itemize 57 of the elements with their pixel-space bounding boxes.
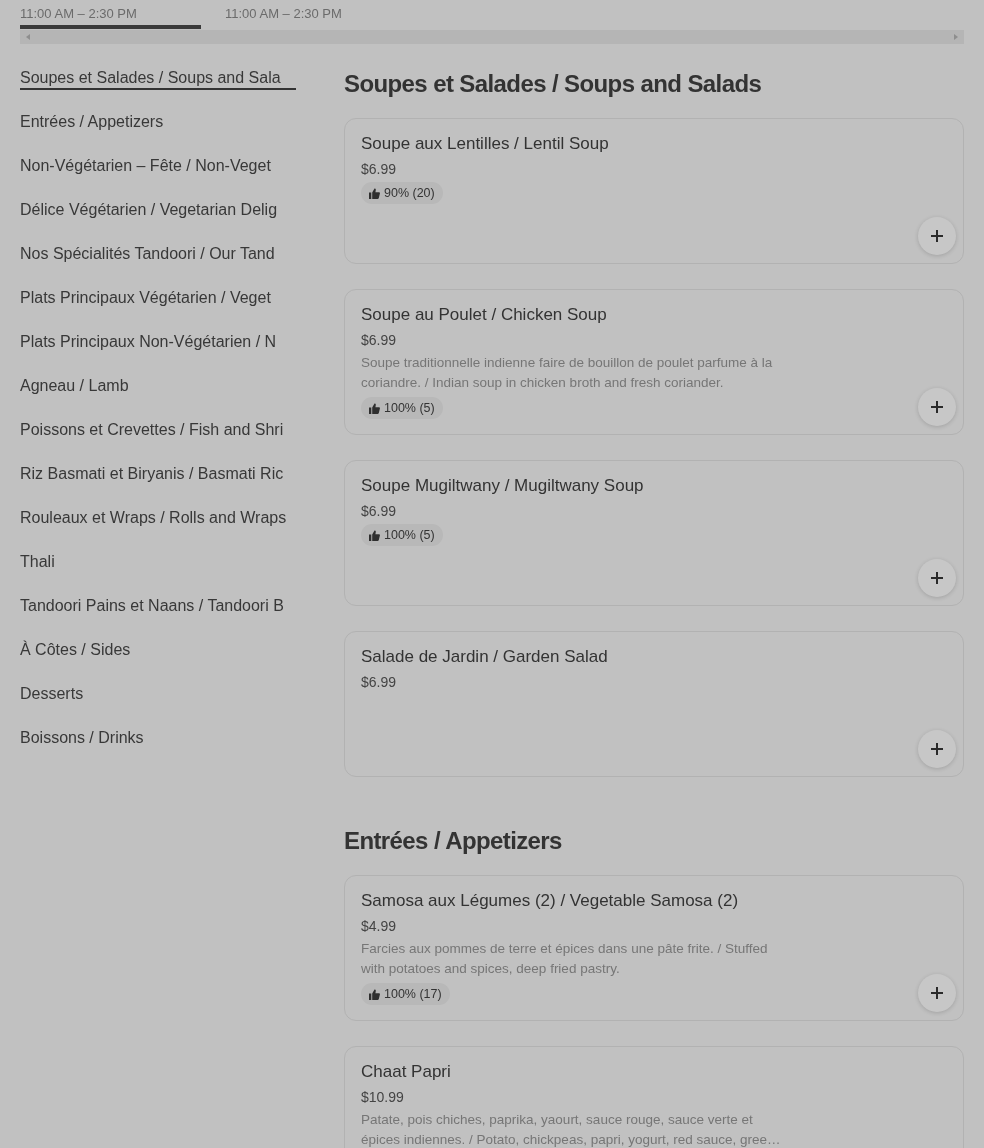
- rating-text: 100% (5): [384, 400, 435, 416]
- category-link[interactable]: Nos Spécialités Tandoori / Our Tand: [20, 244, 296, 266]
- add-button[interactable]: [918, 388, 956, 426]
- add-button[interactable]: [918, 559, 956, 597]
- category-link[interactable]: Non-Végétarien – Fête / Non-Veget: [20, 156, 296, 178]
- item-name: Chaat Papri: [361, 1062, 451, 1082]
- item-name: Soupe aux Lentilles / Lentil Soup: [361, 134, 609, 154]
- thumbs-up-icon: [369, 402, 380, 414]
- item-description: Patate, pois chiches, paprika, yaourt, sauce rouge, sauce verte et épices indiennes. / Potato, chickpeas, papri, yogurt, red sauce, gree…: [361, 1111, 782, 1148]
- item-price: $6.99: [361, 331, 397, 349]
- item-description: Farcies aux pommes de terre et épices dans une pâte frite. / Stuffed with potatoes and spices, deep fried pastry.: [361, 940, 769, 978]
- category-link[interactable]: Entrées / Appetizers: [20, 112, 296, 134]
- menu-item-card[interactable]: Samosa aux Légumes (2) / Vegetable Samosa (2) $4.99 Farcies aux pommes de terre et épices dans une pâte frite. / Stuffed with potatoes and spices, deep fried pastry. 100% (17): [344, 875, 964, 1021]
- category-link[interactable]: Agneau / Lamb: [20, 376, 296, 398]
- plus-icon: [931, 987, 943, 999]
- plus-icon: [931, 572, 943, 584]
- category-link[interactable]: Thali: [20, 552, 296, 574]
- plus-icon: [931, 230, 943, 242]
- rating-text: 90% (20): [384, 185, 435, 201]
- item-price: $4.99: [361, 917, 397, 935]
- section-heading: Entrées / Appetizers: [344, 826, 563, 856]
- plus-icon: [931, 401, 943, 413]
- thumbs-up-icon: [369, 529, 380, 541]
- category-link[interactable]: Tandoori Pains et Naans / Tandoori B: [20, 596, 296, 618]
- add-button[interactable]: [918, 217, 956, 255]
- item-price: $10.99: [361, 1088, 404, 1106]
- category-link[interactable]: Soupes et Salades / Soups and Sala: [20, 68, 296, 90]
- item-description: Soupe traditionnelle indienne faire de bouillon de poulet parfume à la coriandre. / Indian soup in chicken broth and fresh coriander.: [361, 354, 774, 392]
- item-name: Soupe au Poulet / Chicken Soup: [361, 305, 607, 325]
- menu-item-card[interactable]: Soupe Mugiltwany / Mugiltwany Soup $6.99 100% (5): [344, 460, 964, 606]
- category-link[interactable]: Plats Principaux Végétarien / Veget: [20, 288, 296, 310]
- add-button[interactable]: [918, 974, 956, 1012]
- add-button[interactable]: [918, 730, 956, 768]
- category-link[interactable]: Desserts: [20, 684, 296, 706]
- menu-item-card[interactable]: Soupe aux Lentilles / Lentil Soup $6.99 90% (20): [344, 118, 964, 264]
- category-link[interactable]: Riz Basmati et Biryanis / Basmati Ric: [20, 464, 296, 486]
- item-name: Samosa aux Légumes (2) / Vegetable Samosa (2): [361, 891, 739, 911]
- rating-text: 100% (17): [384, 986, 442, 1002]
- item-name: Salade de Jardin / Garden Salad: [361, 647, 608, 667]
- thumbs-up-icon: [369, 988, 380, 1000]
- rating-text: 100% (5): [384, 527, 435, 543]
- item-price: $6.99: [361, 160, 397, 178]
- category-link[interactable]: Poissons et Crevettes / Fish and Shri: [20, 420, 296, 442]
- category-link[interactable]: Délice Végétarien / Vegetarian Delig: [20, 200, 296, 222]
- category-link[interactable]: À Côtes / Sides: [20, 640, 296, 662]
- item-price: $6.99: [361, 673, 397, 691]
- thumbs-up-icon: [369, 187, 380, 199]
- category-link[interactable]: Rouleaux et Wraps / Rolls and Wraps: [20, 508, 296, 530]
- menu-item-card[interactable]: Soupe au Poulet / Chicken Soup $6.99 Soupe traditionnelle indienne faire de bouillon de poulet parfume à la coriandre. / Indian soup in chicken broth and fresh coriander. 100% (5): [344, 289, 964, 435]
- item-price: $6.99: [361, 502, 397, 520]
- item-name: Soupe Mugiltwany / Mugiltwany Soup: [361, 476, 644, 496]
- plus-icon: [931, 743, 943, 755]
- category-link[interactable]: Boissons / Drinks: [20, 728, 296, 750]
- category-link[interactable]: Plats Principaux Non-Végétarien / N: [20, 332, 296, 354]
- section-heading: Soupes et Salades / Soups and Salads: [344, 69, 763, 99]
- menu-item-card[interactable]: Chaat Papri $10.99 Patate, pois chiches, paprika, yaourt, sauce rouge, sauce verte et épices indiennes. / Potato, chickpeas, papri, yogurt, red sauce, gree…: [344, 1046, 964, 1148]
- menu-item-card[interactable]: Salade de Jardin / Garden Salad $6.99: [344, 631, 964, 777]
